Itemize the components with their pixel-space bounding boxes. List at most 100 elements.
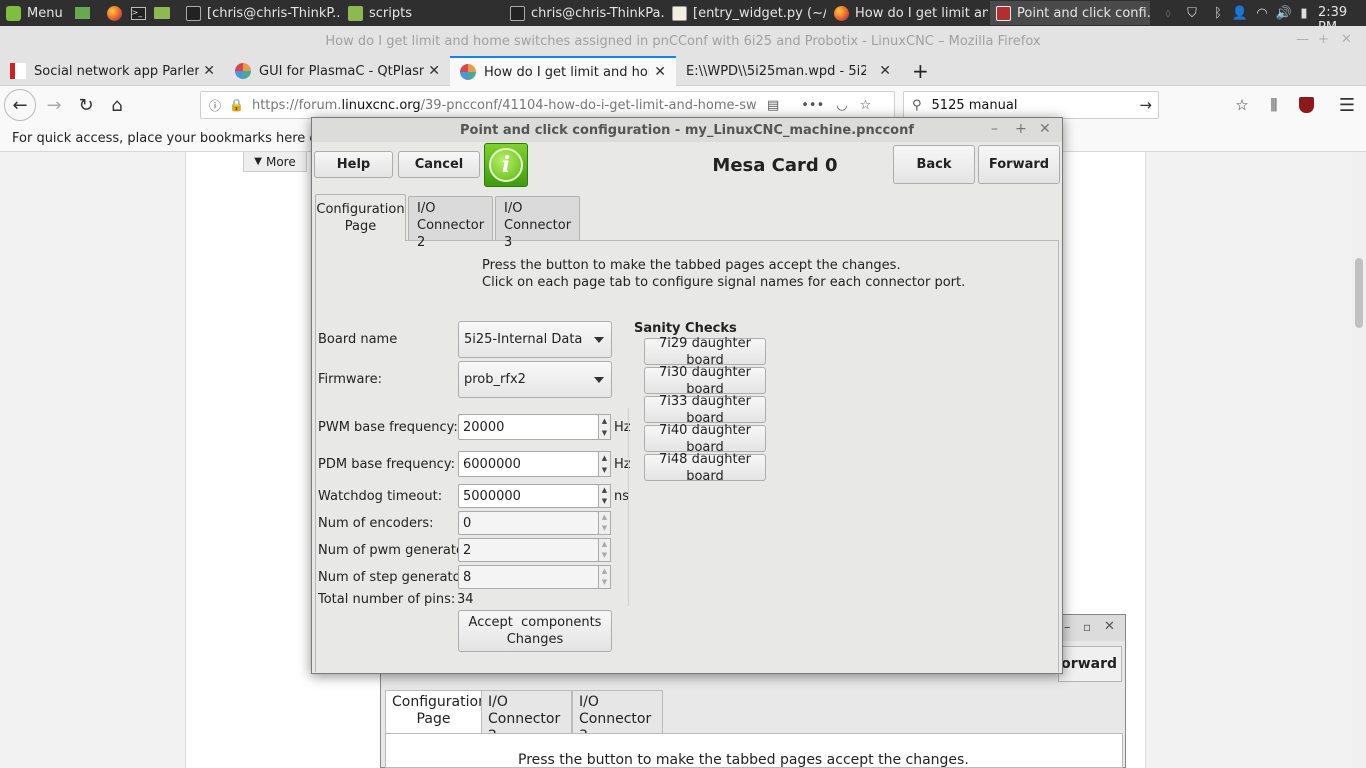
tab-configuration-page[interactable]: Configuration Page <box>315 194 406 241</box>
step-generators-spinner[interactable]: 8 ▲ ▼ <box>458 565 611 589</box>
tab-io-connector-3[interactable]: I/O Connector 3 <box>495 196 580 250</box>
page-scrollbar[interactable] <box>1352 152 1366 768</box>
back-button[interactable]: Back <box>893 145 975 184</box>
encoders-spinner[interactable]: 0 ▲ ▼ <box>458 511 611 535</box>
battery-icon[interactable]: ▮ <box>1296 5 1312 21</box>
browser-tab-limit-switches[interactable]: How do I get limit and home ✕ <box>450 56 676 86</box>
watchdog-spinner[interactable]: 5000000 ▲ ▼ <box>458 484 611 508</box>
close-tab-icon[interactable]: ✕ <box>203 63 215 79</box>
firefox-launcher-icon[interactable] <box>106 5 122 21</box>
terminal-launcher-icon[interactable]: >_ <box>130 5 146 21</box>
tab-label: GUI for PlasmaC - QtPlasmac <box>259 63 424 79</box>
close-tab-icon[interactable]: ✕ <box>428 63 440 79</box>
page-scrollbar-thumb[interactable] <box>1355 258 1363 328</box>
dialog-titlebar[interactable]: Point and click configuration - my_Linux… <box>312 118 1062 142</box>
minimize-icon[interactable]: — <box>1296 32 1309 47</box>
ublock-icon[interactable] <box>1292 91 1320 119</box>
sanity-7i48-button[interactable]: 7i48 daughter board <box>644 452 766 484</box>
pwm-generators-label: Num of pwm generators: <box>318 543 481 558</box>
terminal-icon <box>186 5 201 21</box>
volume-icon[interactable]: 🔊 <box>1276 5 1292 21</box>
task-terminal-2[interactable]: chris@chris-ThinkPa... <box>504 1 664 25</box>
show-desktop-icon[interactable] <box>74 5 90 21</box>
reader-view-icon[interactable]: ▤ <box>767 98 779 113</box>
step-generators-label: Num of step generators: <box>318 570 478 585</box>
search-input[interactable]: 5125 manual <box>932 98 1018 113</box>
bluetooth-icon[interactable]: ᛒ <box>1210 5 1226 21</box>
bookmark-icon[interactable]: ☆ <box>860 98 872 113</box>
browser-tab-parler[interactable]: Social network app Parler sus ✕ <box>0 56 225 86</box>
close-tab-icon[interactable]: ✕ <box>879 63 891 79</box>
info-glyph: i <box>489 148 523 182</box>
pncconf-icon <box>996 5 1011 21</box>
pdm-frequency-label: PDM base frequency: <box>318 457 455 472</box>
more-button[interactable]: ▼ More <box>243 152 307 172</box>
url-bar[interactable]: ⓘ 🔒 https://forum.linuxcnc.org/39-pnccon… <box>200 91 895 119</box>
sanity-7i30-button[interactable]: 7i30 daughter board <box>644 365 766 397</box>
tab-io-connector-2[interactable]: I/O Connector 2 <box>408 196 493 250</box>
files-launcher-icon[interactable] <box>154 5 170 21</box>
forward-icon[interactable]: → <box>40 91 68 119</box>
encoders-value: 0 <box>463 515 472 531</box>
info-icon[interactable]: i <box>484 143 528 187</box>
page-actions-icon[interactable]: ••• <box>801 98 824 113</box>
watchdog-label: Watchdog timeout: <box>318 489 443 504</box>
search-icon: ⚲ <box>912 97 922 113</box>
sanity-7i29-button[interactable]: 7i29 daughter board <box>644 336 766 368</box>
task-label: How do I get limit an... <box>855 5 988 21</box>
spin-arrows-icon[interactable]: ▲ ▼ <box>598 511 611 535</box>
shield-icon[interactable]: ⛉ <box>1184 5 1200 21</box>
dialog-close-icon[interactable]: ✕ <box>1039 121 1051 137</box>
task-label: [entry_widget.py (~/... <box>693 5 826 21</box>
new-tab-button[interactable]: + <box>902 56 932 86</box>
user-icon[interactable]: 👤 <box>1232 5 1248 21</box>
encoders-label: Num of encoders: <box>318 516 434 531</box>
back-icon[interactable]: ← <box>4 89 36 121</box>
site-info-icon[interactable]: ⓘ <box>209 97 221 114</box>
task-scripts-folder[interactable]: scripts <box>342 1 502 25</box>
board-name-select[interactable]: 5i25-Internal Data <box>458 321 612 358</box>
sanity-7i33-button[interactable]: 7i33 daughter board <box>644 394 766 426</box>
spin-arrows-icon[interactable]: ▲ ▼ <box>598 484 611 508</box>
task-firefox[interactable]: How do I get limit an... <box>828 1 988 25</box>
close-icon[interactable]: ✕ <box>1341 32 1352 47</box>
embedded-tab-connector3: I/OConnector 3 <box>572 690 663 744</box>
firmware-select[interactable]: prob_rfx2 <box>458 361 612 398</box>
home-icon[interactable]: ⌂ <box>103 91 131 119</box>
network-activity-icon[interactable]: ⬨ <box>1160 5 1176 21</box>
browser-tab-5i25man[interactable]: E:\\WPD\\5i25man.wpd - 5i25man ✕ <box>676 56 901 86</box>
dialog-maximize-icon[interactable]: + <box>1015 121 1027 137</box>
sanity-7i40-button[interactable]: 7i40 daughter board <box>644 423 766 455</box>
search-bar[interactable]: ⚲ 5125 manual → <box>903 91 1159 119</box>
lock-icon: 🔒 <box>229 98 244 112</box>
plus-icon: + <box>912 59 929 83</box>
spin-arrows-icon[interactable]: ▲ ▼ <box>598 414 611 440</box>
browser-tab-qtplasmac[interactable]: GUI for PlasmaC - QtPlasmac ✕ <box>225 56 450 86</box>
library-icon[interactable]: ⫼ <box>1260 91 1288 119</box>
help-button[interactable]: Help <box>314 151 393 178</box>
maximize-icon[interactable]: + <box>1318 32 1329 47</box>
reload-icon[interactable]: ↻ <box>72 91 100 119</box>
pocket-icon[interactable]: ◡ <box>836 98 847 113</box>
dropdown-arrow-icon <box>594 337 604 343</box>
hamburger-menu-icon[interactable]: ☰ <box>1333 91 1361 119</box>
accept-components-button[interactable]: Accept components Changes <box>458 610 612 652</box>
spin-arrows-icon[interactable]: ▲ ▼ <box>598 565 611 589</box>
url-text[interactable]: https://forum.linuxcnc.org/39-pncconf/41… <box>252 98 757 113</box>
close-tab-icon[interactable]: ✕ <box>654 64 666 80</box>
cancel-button[interactable]: Cancel <box>398 151 480 178</box>
task-terminal-1[interactable]: [chris@chris-ThinkP... <box>180 1 340 25</box>
dialog-minimize-icon[interactable]: – <box>991 121 998 137</box>
forward-button[interactable]: Forward <box>978 145 1060 184</box>
wifi-icon[interactable]: ◠ <box>1254 5 1270 21</box>
spin-arrows-icon[interactable]: ▲ ▼ <box>598 451 611 477</box>
menu-button[interactable]: Menu <box>0 1 68 25</box>
pdm-frequency-spinner[interactable]: 6000000 ▲ ▼ <box>458 451 611 477</box>
task-pncconf[interactable]: Point and click confi... <box>990 1 1150 25</box>
task-text-editor[interactable]: [entry_widget.py (~/... <box>666 1 826 25</box>
bookmark-star-icon[interactable]: ☆ <box>1228 91 1256 119</box>
pwm-generators-spinner[interactable]: 2 ▲ ▼ <box>458 538 611 562</box>
pwm-frequency-spinner[interactable]: 20000 ▲ ▼ <box>458 414 611 440</box>
spin-arrows-icon[interactable]: ▲ ▼ <box>598 538 611 562</box>
search-go-icon[interactable]: → <box>1139 96 1152 114</box>
